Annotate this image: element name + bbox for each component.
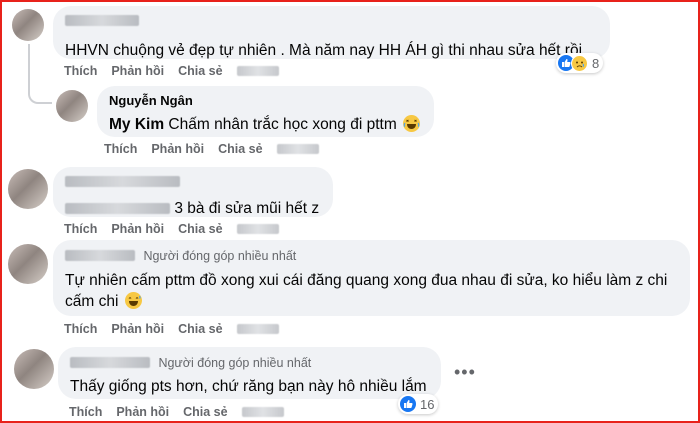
timestamp-redacted[interactable] bbox=[236, 66, 279, 76]
comment-actions: Thích Phản hồi Chia sẻ bbox=[69, 405, 298, 419]
sad-icon bbox=[571, 54, 588, 72]
comment-actions: Thích Phản hồi Chia sẻ bbox=[104, 142, 333, 156]
reply-button[interactable]: Phản hồi bbox=[111, 222, 164, 236]
like-button[interactable]: Thích bbox=[104, 142, 137, 156]
comment-bubble: Nguyễn Ngân My Kim Chấm nhân trắc học xo… bbox=[97, 86, 434, 137]
timestamp-redacted[interactable] bbox=[241, 407, 284, 417]
author-header: Người đóng góp nhiều nhất bbox=[65, 247, 678, 265]
share-button[interactable]: Chia sẻ bbox=[178, 322, 222, 336]
top-contributor-badge: Người đóng góp nhiều nhất bbox=[143, 248, 297, 263]
top-contributor-badge: Người đóng góp nhiều nhất bbox=[158, 355, 312, 370]
reply-button[interactable]: Phản hồi bbox=[151, 142, 204, 156]
grinning-emoji-icon bbox=[124, 292, 142, 309]
like-button[interactable]: Thích bbox=[64, 322, 97, 336]
comment-text: 3 bà đi sửa mũi hết z bbox=[65, 198, 321, 219]
share-button[interactable]: Chia sẻ bbox=[178, 64, 222, 78]
comment-bubble: HHVN chuộng vẻ đẹp tự nhiên . Mà năm nay… bbox=[53, 6, 610, 59]
author-header: Người đóng góp nhiều nhất bbox=[70, 354, 429, 372]
timestamp-redacted[interactable] bbox=[236, 324, 279, 334]
comment-text: Thấy giống pts hơn, chứ răng bạn này hô … bbox=[70, 378, 427, 395]
author-name-redacted[interactable] bbox=[70, 357, 150, 369]
comment-bubble: Người đóng góp nhiều nhất Thấy giống pts… bbox=[58, 347, 441, 399]
like-button[interactable]: Thích bbox=[64, 64, 97, 78]
laughing-emoji-icon bbox=[403, 115, 421, 132]
timestamp-redacted[interactable] bbox=[276, 144, 319, 154]
comment-bubble: 3 bà đi sửa mũi hết z bbox=[53, 167, 333, 217]
reaction-count: 16 bbox=[420, 396, 435, 412]
timestamp-redacted[interactable] bbox=[236, 224, 279, 234]
author-name-redacted[interactable] bbox=[65, 13, 598, 31]
reply-button[interactable]: Phản hồi bbox=[111, 322, 164, 336]
mention-link[interactable]: My Kim bbox=[109, 116, 164, 133]
avatar[interactable] bbox=[56, 90, 88, 122]
share-button[interactable]: Chia sẻ bbox=[218, 142, 262, 156]
avatar[interactable] bbox=[8, 244, 48, 284]
reaction-summary[interactable]: 16 bbox=[398, 394, 439, 414]
like-button[interactable]: Thích bbox=[69, 405, 102, 419]
reaction-count: 8 bbox=[592, 55, 600, 71]
more-options-icon[interactable]: ••• bbox=[454, 362, 476, 383]
comment-actions: Thích Phản hồi Chia sẻ bbox=[64, 64, 293, 78]
reply-button[interactable]: Phản hồi bbox=[116, 405, 169, 419]
reply-button[interactable]: Phản hồi bbox=[111, 64, 164, 78]
like-button[interactable]: Thích bbox=[64, 222, 97, 236]
comment-text: Tự nhiên cấm pttm đồ xong xui cái đăng q… bbox=[65, 272, 668, 310]
author-name-redacted[interactable] bbox=[65, 174, 321, 192]
reaction-summary[interactable]: 8 bbox=[556, 53, 604, 73]
comment-bubble: Người đóng góp nhiều nhất Tự nhiên cấm p… bbox=[53, 240, 690, 316]
author-name[interactable]: Nguyễn Ngân bbox=[109, 93, 422, 109]
share-button[interactable]: Chia sẻ bbox=[183, 405, 227, 419]
author-name-redacted[interactable] bbox=[65, 250, 135, 262]
like-icon bbox=[400, 396, 416, 412]
avatar[interactable] bbox=[8, 169, 48, 209]
comment-actions: Thích Phản hồi Chia sẻ bbox=[64, 222, 293, 236]
avatar[interactable] bbox=[12, 9, 44, 41]
comment-text: My Kim Chấm nhân trắc học xong đi pttm bbox=[109, 114, 422, 135]
share-button[interactable]: Chia sẻ bbox=[178, 222, 222, 236]
avatar[interactable] bbox=[14, 349, 54, 389]
reply-thread-line bbox=[28, 44, 52, 104]
comment-text: HHVN chuộng vẻ đẹp tự nhiên . Mà năm nay… bbox=[65, 42, 591, 59]
comment-actions: Thích Phản hồi Chia sẻ bbox=[64, 322, 293, 336]
